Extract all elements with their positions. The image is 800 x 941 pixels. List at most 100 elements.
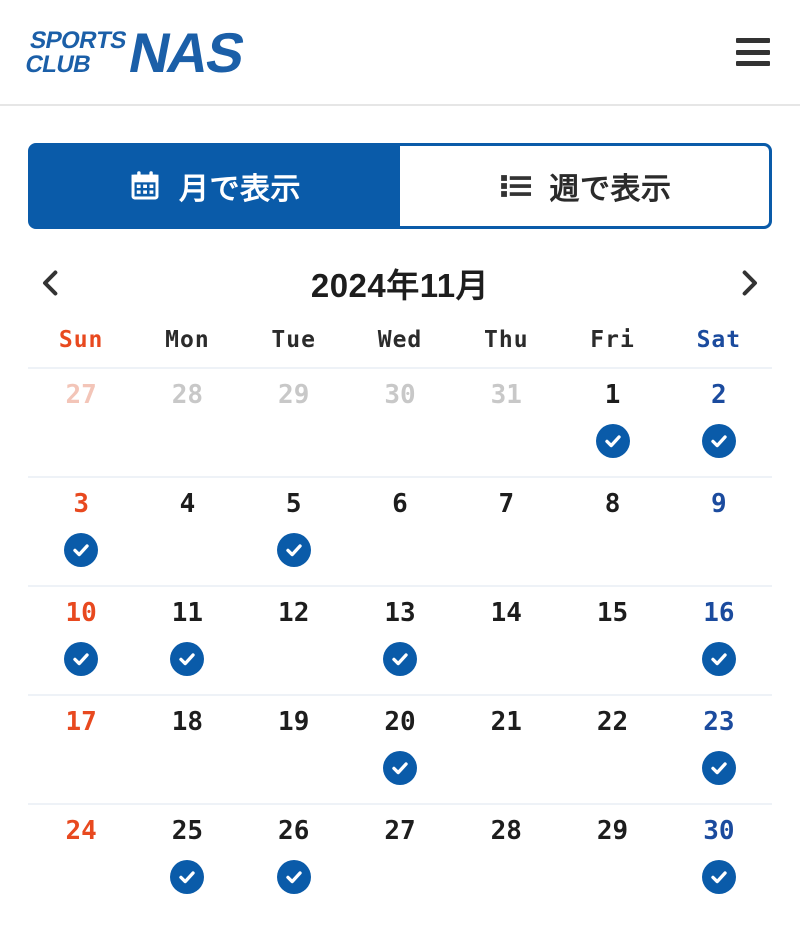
- calendar-day-cell[interactable]: 4: [134, 478, 240, 585]
- calendar-day-cell[interactable]: 18: [134, 696, 240, 803]
- day-number: 11: [171, 598, 204, 628]
- attendance-slot: [701, 855, 736, 899]
- day-number: 1: [604, 380, 621, 410]
- day-number: 24: [65, 816, 97, 846]
- chevron-right-icon[interactable]: [726, 260, 772, 306]
- calendar-day-cell[interactable]: 30: [666, 805, 772, 912]
- check-circle-icon[interactable]: [701, 641, 736, 676]
- hamburger-icon[interactable]: [736, 38, 770, 66]
- day-number: 18: [171, 707, 204, 737]
- day-number: 13: [384, 598, 416, 628]
- calendar-day-cell[interactable]: 7: [453, 478, 559, 585]
- brand-logo[interactable]: SPORTS CLUB NAS: [23, 21, 248, 84]
- check-circle-icon[interactable]: [382, 750, 417, 785]
- attendance-slot: [701, 419, 736, 463]
- check-circle-icon[interactable]: [170, 641, 205, 676]
- check-circle-icon[interactable]: [701, 750, 736, 785]
- list-icon: [498, 168, 534, 204]
- tab-week-view[interactable]: 週で表示: [400, 143, 772, 229]
- day-number: 30: [384, 380, 416, 410]
- calendar-day-cell[interactable]: 1: [559, 369, 665, 476]
- calendar-day-cell[interactable]: 24: [28, 805, 134, 912]
- logo-text-stack: SPORTS CLUB: [23, 27, 129, 78]
- day-number: 26: [278, 816, 310, 846]
- attendance-slot: [64, 528, 99, 572]
- day-number: 30: [703, 816, 735, 846]
- calendar-weeks: 27 28 29 30 31 1 2 3 4 5 6 7 8 9 10 11 12 13 14 15 16 17 18 19 2…: [28, 367, 772, 912]
- calendar-day-cell[interactable]: 28: [134, 369, 240, 476]
- day-number: 9: [711, 489, 727, 519]
- tab-week-view-label: 週で表示: [549, 173, 672, 206]
- calendar-day-cell[interactable]: 31: [453, 369, 559, 476]
- check-circle-icon[interactable]: [64, 641, 99, 676]
- calendar-day-cell[interactable]: 5: [241, 478, 347, 585]
- day-number: 27: [384, 816, 416, 846]
- month-navigation: 2024年11月: [28, 251, 772, 315]
- day-number: 29: [278, 380, 310, 410]
- day-number: 2: [711, 380, 727, 410]
- chevron-left-icon[interactable]: [28, 260, 74, 306]
- weekday-header-mon: Mon: [165, 327, 210, 353]
- weekday-header-row: Sun Mon Tue Wed Thu Fri Sat: [28, 327, 772, 367]
- calendar-week-row: 27 28 29 30 31 1 2: [28, 367, 772, 476]
- attendance-slot: [595, 419, 630, 463]
- calendar-day-cell[interactable]: 29: [559, 805, 665, 912]
- calendar-day-cell[interactable]: 26: [241, 805, 347, 912]
- day-number: 28: [490, 816, 522, 846]
- check-circle-icon[interactable]: [276, 532, 311, 567]
- day-number: 21: [490, 707, 522, 737]
- calendar-week-row: 17 18 19 20 21 22 23: [28, 694, 772, 803]
- calendar-day-cell[interactable]: 27: [28, 369, 134, 476]
- calendar-day-cell[interactable]: 15: [559, 587, 665, 694]
- day-number: 14: [490, 598, 522, 628]
- calendar-day-cell[interactable]: 19: [241, 696, 347, 803]
- check-circle-icon[interactable]: [170, 859, 205, 894]
- check-circle-icon[interactable]: [64, 532, 99, 567]
- calendar-week-row: 10 11 12 13 14 15 16: [28, 585, 772, 694]
- attendance-slot: [701, 637, 736, 681]
- logo-club-text: CLUB: [23, 51, 94, 78]
- check-circle-icon[interactable]: [276, 859, 311, 894]
- day-number: 6: [392, 489, 408, 519]
- calendar-week-row: 3 4 5 6 7 8 9: [28, 476, 772, 585]
- calendar-day-cell[interactable]: 22: [559, 696, 665, 803]
- view-mode-tabs: 月で表示 週で表示: [28, 143, 772, 229]
- calendar-day-cell[interactable]: 25: [134, 805, 240, 912]
- calendar-day-cell[interactable]: 23: [666, 696, 772, 803]
- calendar-day-cell[interactable]: 13: [347, 587, 453, 694]
- check-circle-icon[interactable]: [382, 641, 417, 676]
- logo-nas-text: NAS: [123, 21, 249, 84]
- calendar-day-cell[interactable]: 2: [666, 369, 772, 476]
- calendar-day-cell[interactable]: 9: [666, 478, 772, 585]
- calendar-day-cell[interactable]: 6: [347, 478, 453, 585]
- calendar-day-cell[interactable]: 11: [134, 587, 240, 694]
- tab-month-view[interactable]: 月で表示: [28, 143, 400, 229]
- calendar-icon: [127, 168, 163, 204]
- calendar-day-cell[interactable]: 20: [347, 696, 453, 803]
- attendance-slot: [382, 637, 417, 681]
- attendance-slot: [170, 855, 205, 899]
- day-number: 17: [65, 707, 97, 737]
- calendar-day-cell[interactable]: 30: [347, 369, 453, 476]
- attendance-slot: [276, 528, 311, 572]
- day-number: 28: [171, 380, 204, 410]
- calendar-day-cell[interactable]: 3: [28, 478, 134, 585]
- calendar-day-cell[interactable]: 21: [453, 696, 559, 803]
- day-number: 7: [498, 489, 515, 519]
- calendar-day-cell[interactable]: 8: [559, 478, 665, 585]
- weekday-header-fri: Fri: [590, 327, 635, 353]
- calendar-day-cell[interactable]: 28: [453, 805, 559, 912]
- calendar-day-cell[interactable]: 17: [28, 696, 134, 803]
- calendar-day-cell[interactable]: 10: [28, 587, 134, 694]
- check-circle-icon[interactable]: [595, 423, 630, 458]
- calendar-day-cell[interactable]: 29: [241, 369, 347, 476]
- calendar-day-cell[interactable]: 16: [666, 587, 772, 694]
- attendance-slot: [64, 637, 99, 681]
- calendar-day-cell[interactable]: 27: [347, 805, 453, 912]
- calendar-day-cell[interactable]: 14: [453, 587, 559, 694]
- calendar-day-cell[interactable]: 12: [241, 587, 347, 694]
- tab-month-view-label: 月で表示: [179, 173, 301, 206]
- day-number: 12: [278, 598, 310, 628]
- check-circle-icon[interactable]: [701, 423, 736, 458]
- check-circle-icon[interactable]: [701, 859, 736, 894]
